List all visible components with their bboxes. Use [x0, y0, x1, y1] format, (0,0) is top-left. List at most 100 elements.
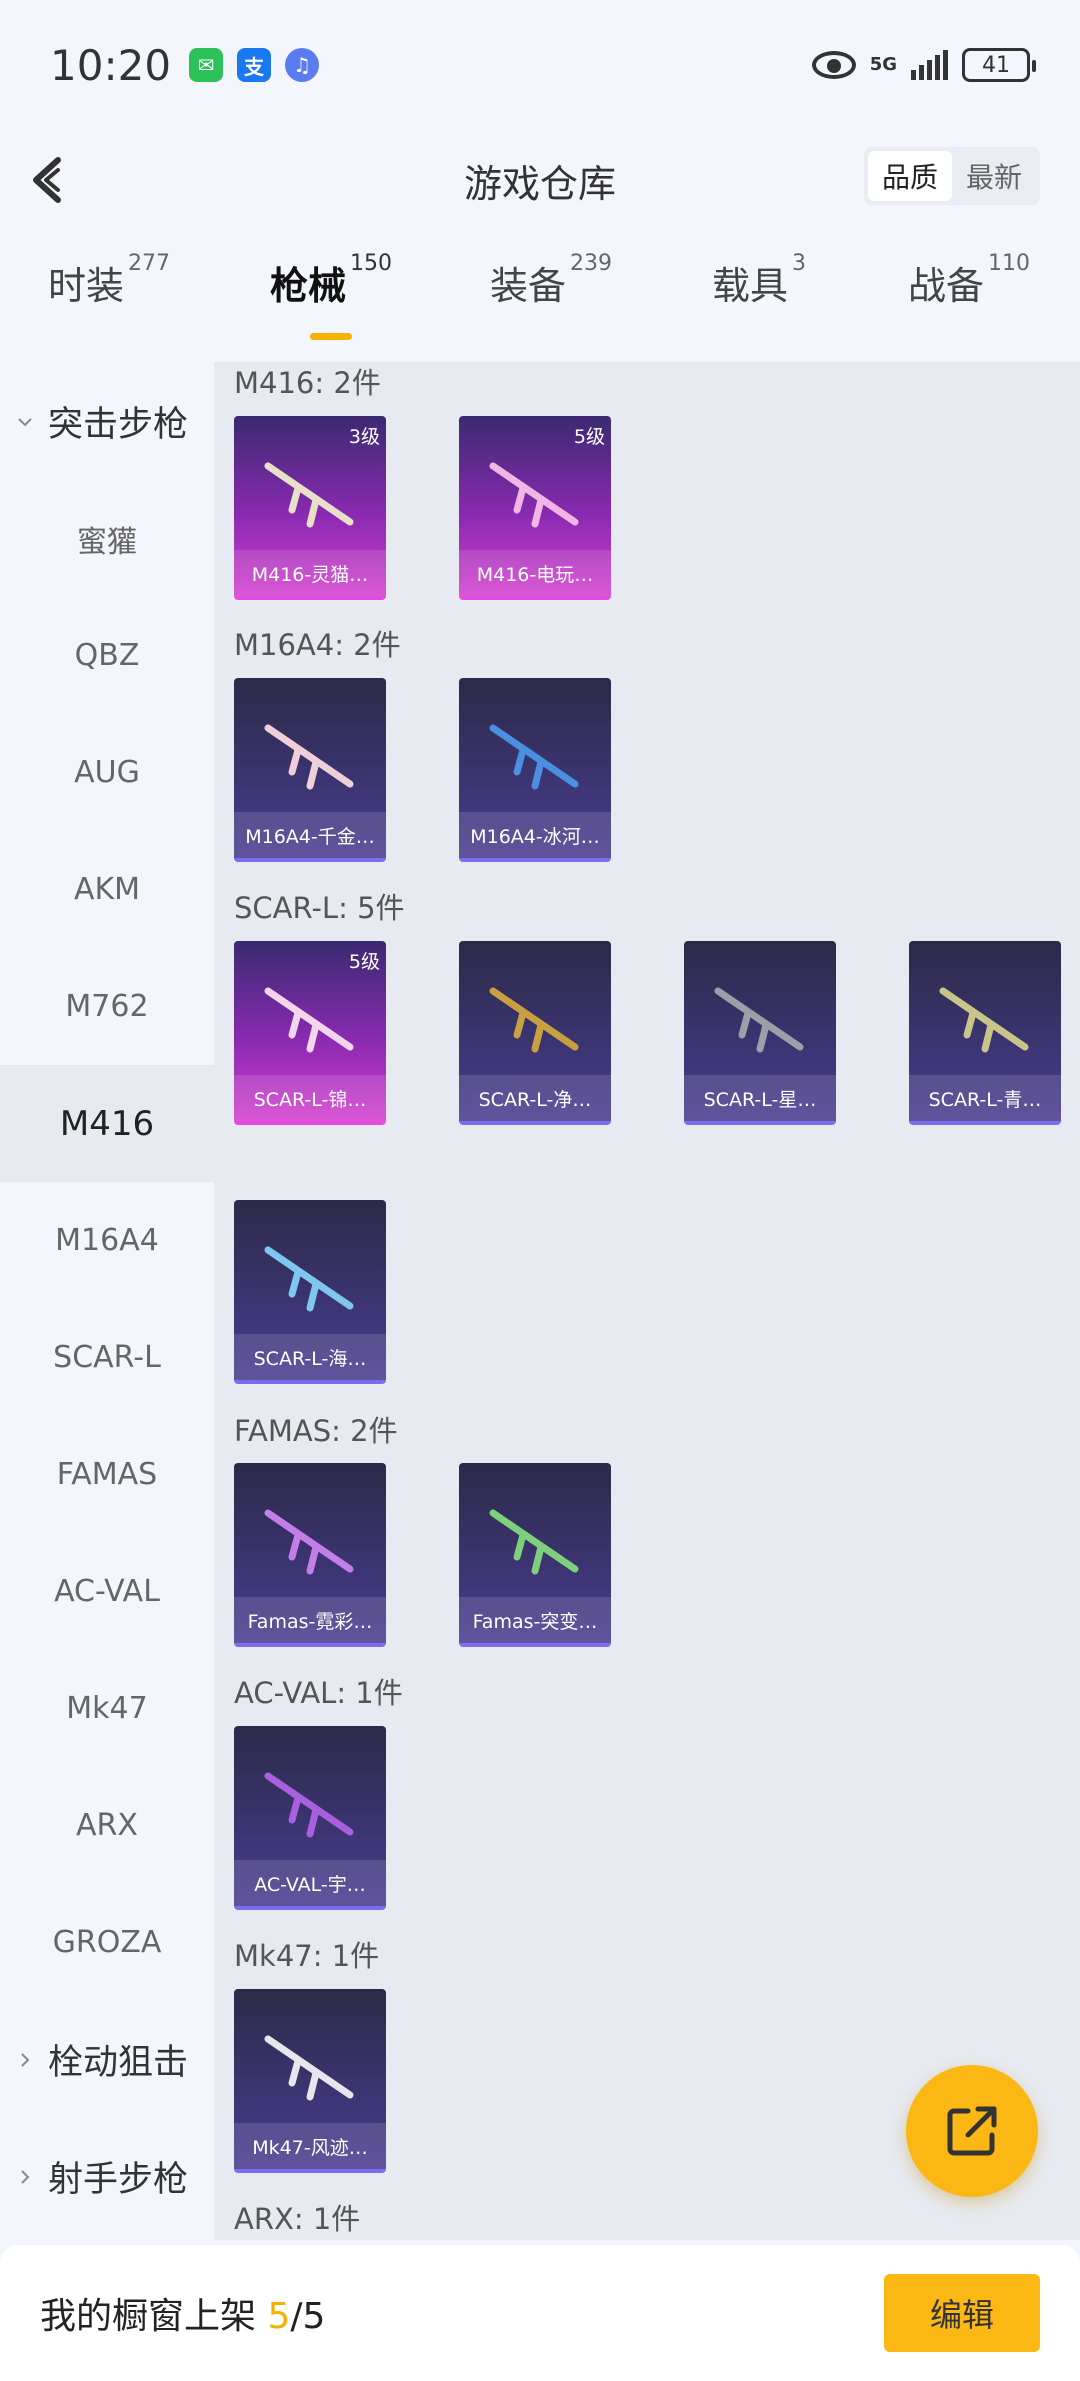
battery-icon: 41 [962, 48, 1036, 82]
group-label-famas: FAMAS: 2件 [234, 1414, 398, 1448]
share-icon [947, 2106, 997, 2156]
weapon-card-name: Mk47-风迹… [234, 2123, 386, 2169]
sidebar-group-assault-rifles[interactable]: 突击步枪 [0, 363, 214, 480]
sidebar-item-groza[interactable]: GROZA [0, 1884, 214, 2001]
page-header: 游戏仓库 品质 最新 [0, 130, 1080, 230]
tab-equipment[interactable]: 装备239 [490, 251, 612, 355]
group-label-scar-l: SCAR-L: 5件 [234, 891, 405, 925]
weapon-card-name: M16A4-冰河… [459, 812, 611, 858]
tab-firearms[interactable]: 枪械150 [270, 251, 392, 355]
sidebar-item-mk47[interactable]: Mk47 [0, 1650, 214, 1767]
sidebar-item-honey-badger[interactable]: 蜜獾 [0, 480, 214, 597]
rifle-icon [264, 1246, 354, 1312]
tab-vehicles[interactable]: 载具3 [712, 251, 806, 355]
edit-button[interactable]: 编辑 [884, 2274, 1040, 2352]
sidebar-item-qbz[interactable]: QBZ [0, 597, 214, 714]
sidebar-item-m762[interactable]: M762 [0, 948, 214, 1065]
tab-label: 载具 [712, 264, 789, 308]
alipay-icon: 支 [237, 48, 272, 82]
back-arrow-icon[interactable] [24, 152, 80, 208]
weapon-card[interactable]: SCAR-L-海… [234, 1200, 386, 1384]
tab-label: 时装 [48, 264, 125, 308]
status-time: 10:20 [50, 40, 172, 90]
tab-supplies[interactable]: 战备110 [908, 251, 1030, 355]
sidebar-item-m16a4[interactable]: M16A4 [0, 1182, 214, 1299]
rifle-icon [489, 724, 579, 790]
weapon-card[interactable]: 5级 SCAR-L-锦… [234, 941, 386, 1125]
tab-label: 装备 [490, 264, 567, 308]
share-button[interactable] [906, 2065, 1038, 2197]
weapon-card[interactable]: SCAR-L-星… [684, 941, 836, 1125]
chevron-right-icon [21, 2169, 30, 2184]
rifle-icon [489, 987, 579, 1053]
rifle-icon [264, 1509, 354, 1575]
weapon-card-name: SCAR-L-海… [234, 1334, 386, 1380]
sort-quality-button[interactable]: 品质 [867, 151, 952, 201]
wechat-icon: ✉ [189, 48, 224, 82]
weapon-card[interactable]: AC-VAL-宇… [234, 1726, 386, 1910]
weapon-card-name: SCAR-L-锦… [234, 1075, 386, 1121]
rifle-icon [714, 987, 804, 1053]
weapon-card-name: M16A4-千金… [234, 812, 386, 858]
weapon-card-name: M416-灵猫… [234, 550, 386, 596]
shelf-status: 我的橱窗上架 5/5 [40, 2287, 325, 2339]
weapon-card[interactable]: Famas-霓彩… [234, 1463, 386, 1647]
rifle-icon [939, 987, 1029, 1053]
group-label-mk47: Mk47: 1件 [234, 1939, 380, 1973]
group-label-arx: ARX: 1件 [234, 2202, 361, 2236]
tab-label: 枪械 [270, 264, 347, 308]
group-label-m16a4: M16A4: 2件 [234, 628, 401, 662]
rifle-icon [264, 1772, 354, 1838]
weapon-card[interactable]: M16A4-冰河… [459, 678, 611, 862]
weapon-card[interactable]: 3级 M416-灵猫… [234, 416, 386, 600]
sidebar-group-label: 射手步枪 [48, 2160, 189, 2200]
tab-count: 239 [570, 251, 613, 276]
network-label: 5G [869, 54, 897, 75]
weapon-card[interactable]: SCAR-L-青… [909, 941, 1061, 1125]
weapon-card-name: SCAR-L-净… [459, 1075, 611, 1121]
weapon-card[interactable]: Famas-突变… [459, 1463, 611, 1647]
sort-newest-button[interactable]: 最新 [952, 151, 1036, 201]
signal-icon [911, 50, 948, 80]
rifle-icon [264, 462, 354, 528]
sidebar-item-aug[interactable]: AUG [0, 714, 214, 831]
weapon-grid: M416: 2件 3级 M416-灵猫… 5级 M416-电玩… M16A4: … [214, 362, 1080, 2240]
status-bar: 10:20 ✉ 支 ♫ 5G 41 [0, 0, 1080, 130]
rifle-icon [264, 2035, 354, 2101]
sort-toggle: 品质 最新 [863, 147, 1040, 205]
tab-count: 150 [350, 251, 393, 276]
battery-level: 41 [982, 52, 1010, 78]
eye-icon [811, 51, 856, 79]
sidebar-group-marksman[interactable]: 射手步枪 [0, 2118, 214, 2235]
sidebar-group-label: 栓动狙击 [48, 2043, 189, 2083]
weapon-card[interactable]: SCAR-L-净… [459, 941, 611, 1125]
weapon-card-name: SCAR-L-星… [684, 1075, 836, 1121]
sidebar-item-arx[interactable]: ARX [0, 1767, 214, 1884]
sidebar-item-famas[interactable]: FAMAS [0, 1416, 214, 1533]
rifle-icon [264, 987, 354, 1053]
notification-icons: ✉ 支 ♫ [189, 48, 320, 82]
weapon-card[interactable]: Mk47-风迹… [234, 1989, 386, 2173]
chevron-right-icon [21, 2052, 30, 2067]
tab-count: 110 [988, 251, 1031, 276]
rifle-icon [489, 1509, 579, 1575]
sidebar-item-ac-val[interactable]: AC-VAL [0, 1533, 214, 1650]
weapon-card-name: SCAR-L-青… [909, 1075, 1061, 1121]
tab-label: 战备 [908, 264, 985, 308]
tab-count: 277 [128, 251, 171, 276]
tab-fashion[interactable]: 时装277 [48, 251, 170, 355]
tab-count: 3 [792, 251, 807, 276]
sidebar-item-scar-l[interactable]: SCAR-L [0, 1299, 214, 1416]
shelf-total-count: 5 [302, 2296, 326, 2337]
weapon-sidebar: 突击步枪 蜜獾 QBZ AUG AKM M762 M416 M16A4 SCAR… [0, 362, 214, 2240]
sidebar-group-bolt-action[interactable]: 栓动狙击 [0, 2001, 214, 2118]
weapon-card[interactable]: M16A4-千金… [234, 678, 386, 862]
weapon-card[interactable]: 5级 M416-电玩… [459, 416, 611, 600]
sidebar-item-m416[interactable]: M416 [0, 1065, 214, 1182]
group-label-m416: M416: 2件 [234, 366, 381, 400]
weapon-card-name: AC-VAL-宇… [234, 1860, 386, 1906]
group-label-ac-val: AC-VAL: 1件 [234, 1676, 403, 1710]
weapon-card-name: Famas-霓彩… [234, 1597, 386, 1643]
sidebar-item-akm[interactable]: AKM [0, 831, 214, 948]
music-icon: ♫ [285, 48, 320, 82]
